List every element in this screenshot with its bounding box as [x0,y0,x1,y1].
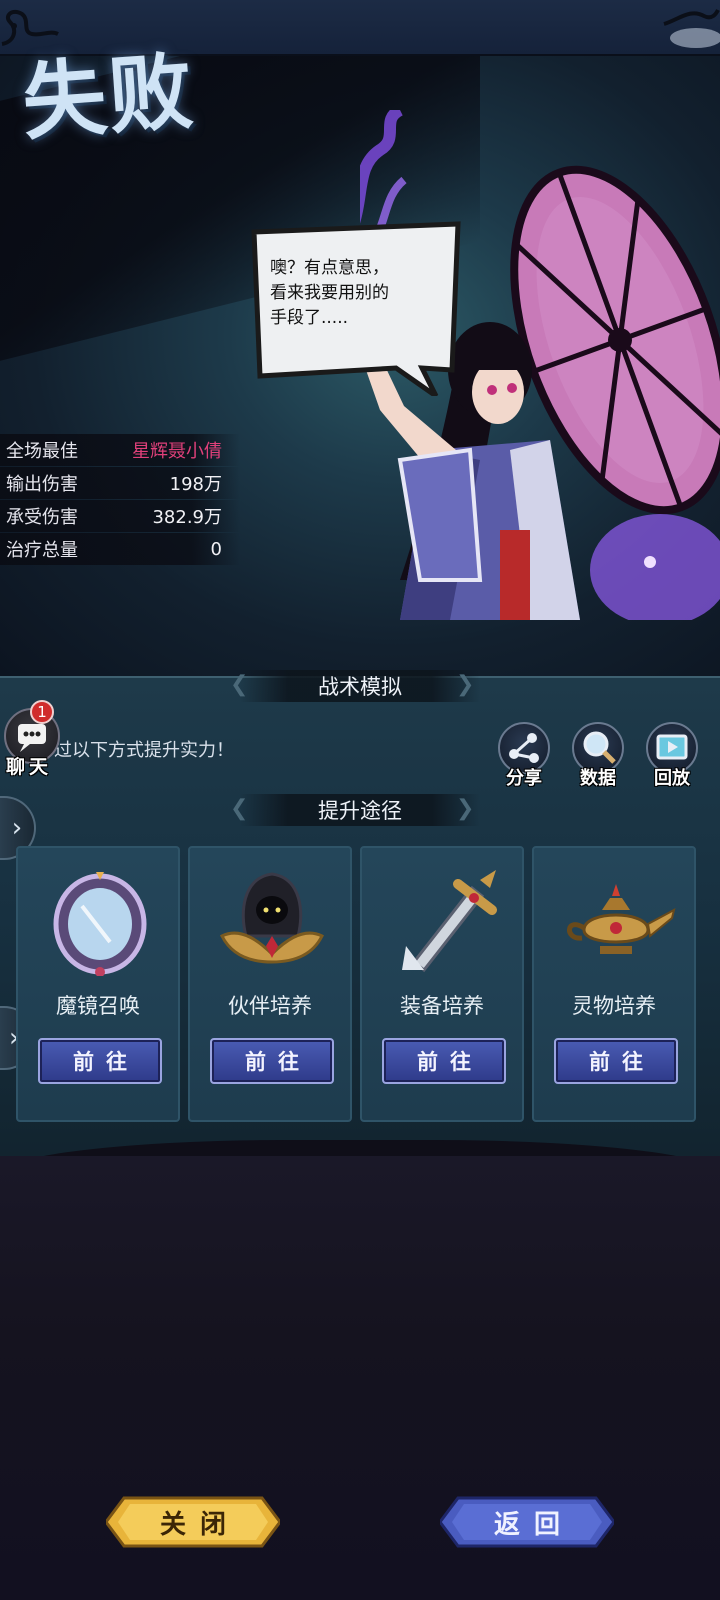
chevron-right-icon: ❯ [456,796,475,821]
section-title-label: 战术模拟 [318,675,402,699]
chat-label[interactable]: 聊天 [6,752,52,779]
data-label[interactable]: 数据 [563,764,633,790]
improve-cards: 魔镜召唤 前往 伙伴培养 前往 装备培养 前往 灵物培养 前往 [16,846,706,1122]
card-spirit-train: 灵物培养 前往 [532,846,696,1122]
replay-label[interactable]: 回放 [637,764,707,790]
back-button[interactable]: 返回 [440,1494,614,1550]
card-name: 灵物培养 [572,994,656,1018]
stat-row-damage: 输出伤害 198万 [0,467,240,499]
card-equip-train: 装备培养 前往 [360,846,524,1122]
battle-stats: 全场最佳 星辉聂小倩 输出伤害 198万 承受伤害 382.9万 治疗总量 0 [0,434,240,566]
card-partner-train: 伙伴培养 前往 [188,846,352,1122]
card-mirror-summon: 魔镜召唤 前往 [16,846,180,1122]
stat-row-heal: 治疗总量 0 [0,533,240,565]
go-button[interactable]: 前往 [38,1038,162,1084]
go-button[interactable]: 前往 [382,1038,506,1084]
card-name: 伙伴培养 [228,994,312,1018]
speech-line: 手段了..... [270,308,349,328]
section-title-label: 提升途径 [318,799,402,823]
section-improve: ❮ 提升途径 ❯ [0,790,720,830]
back-label: 返回 [493,1509,574,1540]
speech-line: 看来我要用别的 [270,283,389,303]
stat-row-taken: 承受伤害 382.9万 [0,500,240,532]
result-title: 失败 [19,41,198,152]
share-label[interactable]: 分享 [489,764,559,790]
speech-line: 噢？有点意思， [270,258,389,278]
close-label: 关闭 [159,1509,240,1540]
stat-label: 承受伤害 [6,507,78,528]
stat-value: 382.9万 [152,507,222,528]
stat-value: 星辉聂小倩 [132,441,222,462]
stat-value: 0 [210,538,222,560]
chevron-left-icon: ❮ [230,796,249,821]
card-name: 魔镜召唤 [56,994,140,1018]
stat-value: 198万 [169,474,222,495]
magic-mirror-icon [53,872,147,976]
stat-label: 治疗总量 [6,540,78,561]
stat-label: 输出伤害 [6,474,78,495]
go-button[interactable]: 前往 [554,1038,678,1084]
tip-text: 过以下方式提升实力！ [54,740,234,761]
chat-badge: 1 [30,700,54,724]
chevron-left-icon: ❮ [230,672,249,697]
speech-bubble: 噢？有点意思， 看来我要用别的 手段了..... [246,220,466,396]
close-button[interactable]: 关闭 [106,1494,280,1550]
section-tactics: ❮ 战术模拟 ❯ [0,666,720,706]
magic-lamp-icon [567,884,676,954]
card-name: 装备培养 [400,994,484,1018]
stat-row-mvp: 全场最佳 星辉聂小倩 [0,434,240,466]
chevron-right-icon: ❯ [456,672,475,697]
hooded-partner-icon [219,872,325,964]
stat-label: 全场最佳 [6,441,78,462]
sword-icon [402,870,497,973]
speech-text: 噢？有点意思， 看来我要用别的 手段了..... [270,256,450,331]
cloud-ornament-icon [663,9,720,48]
go-button[interactable]: 前往 [210,1038,334,1084]
